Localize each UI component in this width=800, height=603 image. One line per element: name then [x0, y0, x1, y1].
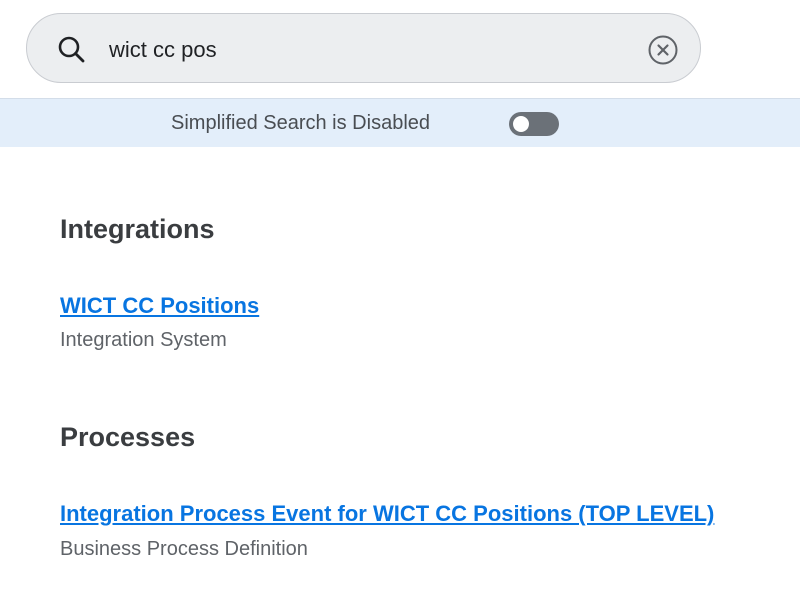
- result-subtitle: Business Process Definition: [60, 538, 308, 560]
- section-title-integrations: Integrations: [60, 214, 215, 244]
- search-icon: [57, 35, 85, 63]
- search-box[interactable]: wict cc pos: [26, 13, 701, 83]
- result-subtitle: Integration System: [60, 329, 227, 351]
- search-input[interactable]: wict cc pos: [109, 36, 217, 64]
- result-link-wict-cc-positions[interactable]: WICT CC Positions: [60, 292, 259, 320]
- result-link-integration-process-event[interactable]: Integration Process Event for WICT CC Po…: [60, 500, 714, 528]
- simplified-search-label: Simplified Search is Disabled: [171, 112, 431, 134]
- toggle-knob: [513, 116, 529, 132]
- simplified-search-toggle[interactable]: [509, 112, 559, 136]
- close-circle-icon[interactable]: [647, 34, 679, 66]
- simplified-search-banner: Simplified Search is Disabled: [0, 98, 800, 147]
- section-title-processes: Processes: [60, 422, 196, 452]
- search-header: wict cc pos: [0, 0, 800, 98]
